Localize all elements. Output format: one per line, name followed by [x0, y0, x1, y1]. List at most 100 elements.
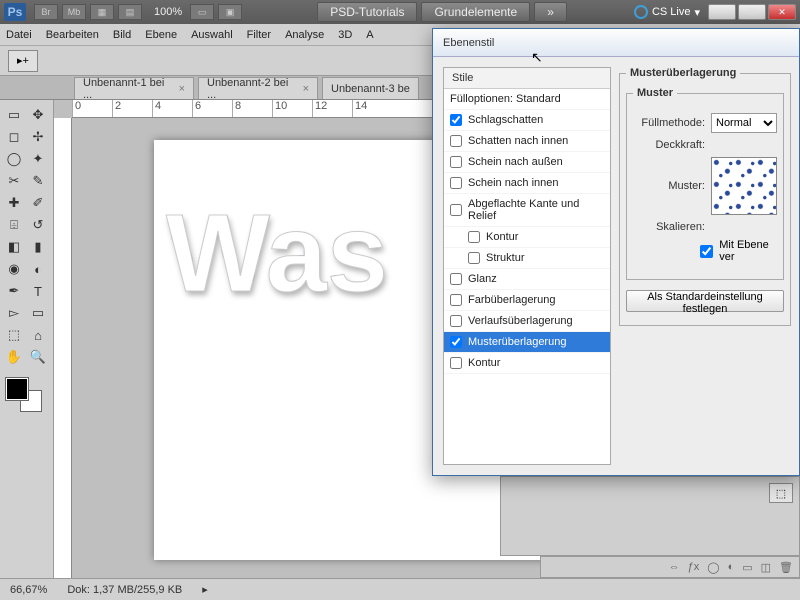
style-item-abgeflachte-kante-und-relief[interactable]: Abgeflachte Kante und Relief	[444, 194, 610, 227]
screenmode-button[interactable]: ▣	[218, 4, 242, 20]
group-icon[interactable]: ▭	[742, 561, 752, 574]
menu-analyse[interactable]: Analyse	[285, 29, 324, 41]
style-item-verlaufs-berlagerung[interactable]: Verlaufsüberlagerung	[444, 311, 610, 332]
move-tool-2[interactable]: ✥	[26, 104, 50, 126]
pen-tool[interactable]: ✒	[2, 280, 26, 302]
history-tool[interactable]: ↺	[26, 214, 50, 236]
lasso-tool[interactable]: ◯	[2, 148, 26, 170]
window-maximize-button[interactable]: ☐	[738, 4, 766, 20]
style-checkbox[interactable]	[468, 231, 480, 243]
new-layer-icon[interactable]: ◫	[761, 561, 771, 574]
menu-ebene[interactable]: Ebene	[145, 29, 177, 41]
zoom-level[interactable]: 100%	[154, 6, 182, 18]
color-swatches[interactable]	[2, 376, 51, 416]
style-item-schatten-nach-innen[interactable]: Schatten nach innen	[444, 131, 610, 152]
hand-tool[interactable]: ✋	[2, 346, 26, 368]
style-checkbox[interactable]	[468, 252, 480, 264]
bridge-button[interactable]: Br	[34, 4, 58, 20]
menu-auswahl[interactable]: Auswahl	[191, 29, 233, 41]
style-item-schein-nach-au-en[interactable]: Schein nach außen	[444, 152, 610, 173]
style-item-struktur[interactable]: Struktur	[444, 248, 610, 269]
move-tool[interactable]: ▭	[2, 104, 26, 126]
blendmode-select[interactable]: Normal	[711, 113, 777, 133]
workspace-more[interactable]: »	[534, 2, 567, 22]
doc-tab-3[interactable]: Unbenannt-3 be	[322, 77, 419, 99]
status-zoom[interactable]: 66,67%	[10, 584, 47, 596]
gradient-tool[interactable]: ▮	[26, 236, 50, 258]
style-checkbox[interactable]	[450, 135, 462, 147]
doc-tab-1[interactable]: Unbenannt-1 bei ...×	[74, 77, 194, 99]
menu-filter[interactable]: Filter	[247, 29, 271, 41]
styles-header[interactable]: Stile	[444, 68, 610, 89]
style-checkbox[interactable]	[450, 336, 462, 348]
menu-datei[interactable]: Datei	[6, 29, 32, 41]
style-checkbox[interactable]	[450, 177, 462, 189]
style-item-schein-nach-innen[interactable]: Schein nach innen	[444, 173, 610, 194]
foreground-color[interactable]	[6, 378, 28, 400]
menu-bild[interactable]: Bild	[113, 29, 131, 41]
camera-tool[interactable]: ⌂	[26, 324, 50, 346]
menu-bearbeiten[interactable]: Bearbeiten	[46, 29, 99, 41]
minibridge-button[interactable]: Mb	[62, 4, 86, 20]
cslive-menu[interactable]: CS Live▾	[634, 5, 700, 19]
pattern-preview[interactable]	[711, 157, 777, 215]
layer-fx-icon[interactable]: ƒx	[688, 561, 700, 573]
move-tool-b[interactable]: ✢	[26, 126, 50, 148]
brush-tool[interactable]: ✐	[26, 192, 50, 214]
blur-tool[interactable]: ◉	[2, 258, 26, 280]
style-checkbox[interactable]	[450, 273, 462, 285]
workspace-tab-grundelemente[interactable]: Grundelemente	[421, 2, 530, 22]
view-extras-button[interactable]: ▦	[90, 4, 114, 20]
window-minimize-button[interactable]: —	[708, 4, 736, 20]
style-checkbox[interactable]	[450, 315, 462, 327]
link-with-layer-checkbox[interactable]	[700, 245, 713, 258]
set-default-button[interactable]: Als Standardeinstellung festlegen	[626, 290, 784, 312]
style-item-kontur[interactable]: Kontur	[444, 227, 610, 248]
fill-options-item[interactable]: Fülloptionen: Standard	[444, 89, 610, 110]
style-item-schlagschatten[interactable]: Schlagschatten	[444, 110, 610, 131]
layer-mask-icon[interactable]: ◯	[707, 561, 719, 574]
adjustment-icon[interactable]: ◐	[728, 561, 735, 573]
window-close-button[interactable]: ✕	[768, 4, 796, 20]
style-item-glanz[interactable]: Glanz	[444, 269, 610, 290]
stamp-tool[interactable]: ⌹	[2, 214, 26, 236]
ruler-vertical[interactable]	[54, 118, 72, 578]
workspace-tab-psdtutorials[interactable]: PSD-Tutorials	[317, 2, 417, 22]
style-item-farb-berlagerung[interactable]: Farbüberlagerung	[444, 290, 610, 311]
heal-tool[interactable]: ✚	[2, 192, 26, 214]
style-item-kontur[interactable]: Kontur	[444, 353, 610, 374]
eyedropper-tool[interactable]: ✎	[26, 170, 50, 192]
crop-tool[interactable]: ✂	[2, 170, 26, 192]
menu-a[interactable]: A	[366, 29, 373, 41]
blendmode-label: Füllmethode:	[633, 117, 705, 129]
style-item-muster-berlagerung[interactable]: Musterüberlagerung	[444, 332, 610, 353]
zoom-tool[interactable]: 🔍	[26, 346, 50, 368]
dodge-tool[interactable]: ◐	[26, 258, 50, 280]
current-tool-indicator[interactable]: ▸+	[8, 50, 38, 72]
menu-3d[interactable]: 3D	[338, 29, 352, 41]
wand-tool[interactable]: ✦	[26, 148, 50, 170]
close-icon[interactable]: ×	[303, 83, 309, 95]
style-checkbox[interactable]	[450, 294, 462, 306]
path-tool[interactable]: ▻	[2, 302, 26, 324]
view-extras2-button[interactable]: ▤	[118, 4, 142, 20]
eraser-tool[interactable]: ◧	[2, 236, 26, 258]
shape-tool[interactable]: ▭	[26, 302, 50, 324]
dialog-titlebar[interactable]: Ebenenstil	[433, 29, 799, 57]
style-checkbox[interactable]	[450, 357, 462, 369]
marquee-tool[interactable]: ◻	[2, 126, 26, 148]
style-checkbox[interactable]	[450, 114, 462, 126]
type-tool[interactable]: T	[26, 280, 50, 302]
link-layers-icon[interactable]: ⇔	[669, 561, 680, 573]
arrange-button[interactable]: ▭	[190, 4, 214, 20]
style-checkbox[interactable]	[450, 204, 462, 216]
status-arrow-icon[interactable]: ▸	[202, 583, 208, 596]
status-docsize[interactable]: Dok: 1,37 MB/255,9 KB	[67, 584, 182, 596]
style-checkbox[interactable]	[450, 156, 462, 168]
3d-tool[interactable]: ⬚	[2, 324, 26, 346]
doc-tab-2[interactable]: Unbenannt-2 bei ...×	[198, 77, 318, 99]
delete-icon[interactable]: 🗑	[779, 561, 793, 574]
close-icon[interactable]: ×	[179, 83, 185, 95]
panel-collapse-icon[interactable]: ⬚	[769, 483, 793, 503]
style-label: Schatten nach innen	[468, 135, 568, 147]
